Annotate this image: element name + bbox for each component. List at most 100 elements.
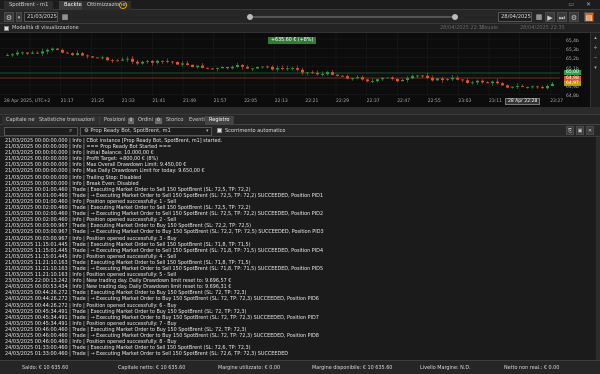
candle-body [46, 49, 49, 52]
candle-body [76, 53, 79, 55]
candle-body [506, 85, 509, 88]
log-scrollbar[interactable] [596, 137, 600, 360]
candle-body [186, 63, 189, 65]
scroll-down-icon[interactable]: ▾ [591, 63, 600, 73]
visual-mode-checkbox[interactable] [4, 26, 9, 31]
time-tick-label: 22:37 [366, 99, 380, 104]
chevron-down-icon[interactable]: ▾ [16, 12, 22, 22]
candle-body [471, 82, 474, 84]
candle-body [426, 75, 429, 78]
candle-body [51, 48, 54, 50]
candle-body [31, 52, 34, 54]
scroll-up-icon[interactable]: ▴ [591, 33, 600, 43]
date-range-slider[interactable] [247, 14, 458, 20]
candle-body [381, 78, 384, 80]
candle-body [151, 60, 154, 63]
candle-body [191, 64, 194, 68]
start-date-input[interactable]: 21/03/2025 [24, 12, 58, 22]
candle-body [266, 66, 269, 68]
candle-body [481, 80, 484, 83]
price-chart[interactable]: +635.60 € (+8%) 65,4b65,3b65,2b65,1b65,0… [0, 33, 600, 107]
candle-body [511, 86, 514, 88]
report-icon[interactable]: ▤ [584, 12, 594, 22]
autoscroll-checkbox[interactable] [217, 128, 222, 133]
candle-body [376, 79, 379, 82]
search-icon: ⌕ [69, 127, 73, 134]
candle-body [156, 60, 159, 63]
candle-body [291, 68, 294, 69]
candle-body [241, 65, 244, 67]
time-tick-label: 23:11 [489, 99, 502, 104]
candle-body [336, 74, 339, 76]
log-line: 24/03/2025 01:33:00.460 | Trade | → Exec… [5, 351, 289, 358]
candle-body [61, 49, 64, 53]
candle-body [106, 57, 109, 61]
candlestick-chart[interactable] [0, 33, 590, 107]
candle-body [161, 60, 164, 62]
candle-body [451, 77, 454, 80]
candle-body [96, 57, 99, 59]
tab-symbol[interactable]: SpotBrent - m1 [4, 1, 54, 10]
candle-body [166, 61, 169, 62]
candle-body [341, 75, 344, 77]
time-tick-label: 22:47 [397, 99, 411, 104]
candle-body [491, 81, 494, 84]
log-search-input[interactable] [4, 127, 78, 136]
price-tick-label: 65,4b [566, 39, 579, 44]
log-list[interactable]: 21/03/2025 00:00:00.000 | Info | CBot in… [0, 137, 596, 360]
candle-body [11, 54, 14, 56]
tab-log[interactable]: Registro [205, 116, 235, 125]
tab-trade-stats[interactable]: Statistiche transazioni [35, 116, 100, 125]
log-source-select[interactable]: ⚙ Prop Ready Bot, SpotBrent, m1 [80, 127, 212, 136]
candle-body [246, 66, 249, 69]
candle-body [251, 68, 254, 70]
candle-body [311, 72, 314, 74]
settings-icon[interactable]: ⚙ [569, 12, 579, 22]
candle-body [541, 87, 544, 89]
current-price-label: 64,98 [564, 75, 581, 81]
copy-icon[interactable]: ⎘ [566, 126, 574, 135]
price-tick-label: 65,3b [566, 48, 579, 54]
range-end-handle[interactable] [452, 14, 458, 20]
candle-body [321, 74, 324, 75]
candle-body [406, 78, 409, 80]
calendar-icon[interactable]: ▦ [534, 12, 544, 22]
candle-body [91, 56, 94, 58]
time-tick-label: 28 Apr 2025, UTC+2 [4, 99, 51, 104]
settings-gear-icon[interactable]: ⚙ [4, 12, 14, 22]
pnl-badge: +635.60 € (+8%) [268, 37, 317, 44]
candle-body [81, 53, 84, 56]
clear-icon[interactable]: ✕ [586, 126, 594, 135]
time-tick-label: 22:21 [305, 99, 319, 104]
panel-splitter[interactable] [0, 107, 600, 115]
candle-body [501, 83, 504, 86]
candle-body [131, 58, 134, 62]
time-tick-label: 22:13 [274, 99, 288, 104]
chevron-down-icon: ▾ [206, 128, 209, 134]
candle-body [171, 61, 174, 63]
current-price-label: 64,97 [564, 81, 581, 86]
step-forward-icon[interactable]: ⏭ [557, 12, 567, 22]
chart-options-bar: Modalità di visualizzazione 28/04/2025 2… [0, 24, 600, 33]
unrealized-pnl-value: Netto non real.: € 0.00 [504, 365, 560, 371]
candle-body [551, 83, 554, 87]
range-start-handle[interactable] [247, 14, 253, 20]
candle-body [461, 79, 464, 81]
time-tick-label: 21:25 [91, 99, 105, 104]
chart-mode: Visuale [480, 25, 499, 31]
candle-body [531, 86, 534, 88]
end-date-input[interactable]: 28/04/2025 [498, 12, 532, 22]
save-icon[interactable]: ▣ [576, 126, 584, 135]
candle-body [206, 67, 209, 69]
play-icon[interactable]: ▶ [545, 12, 555, 22]
zoom-in-icon[interactable]: + [591, 43, 600, 53]
candle-body [136, 61, 139, 64]
candle-body [66, 52, 69, 54]
candle-body [296, 68, 299, 70]
candle-body [226, 67, 229, 69]
candle-body [181, 63, 184, 65]
window-controls[interactable]: ▭ ✕ [568, 0, 596, 10]
zoom-out-icon[interactable]: − [591, 53, 600, 63]
calendar-icon[interactable]: ▦ [60, 12, 70, 22]
candle-body [401, 79, 404, 82]
